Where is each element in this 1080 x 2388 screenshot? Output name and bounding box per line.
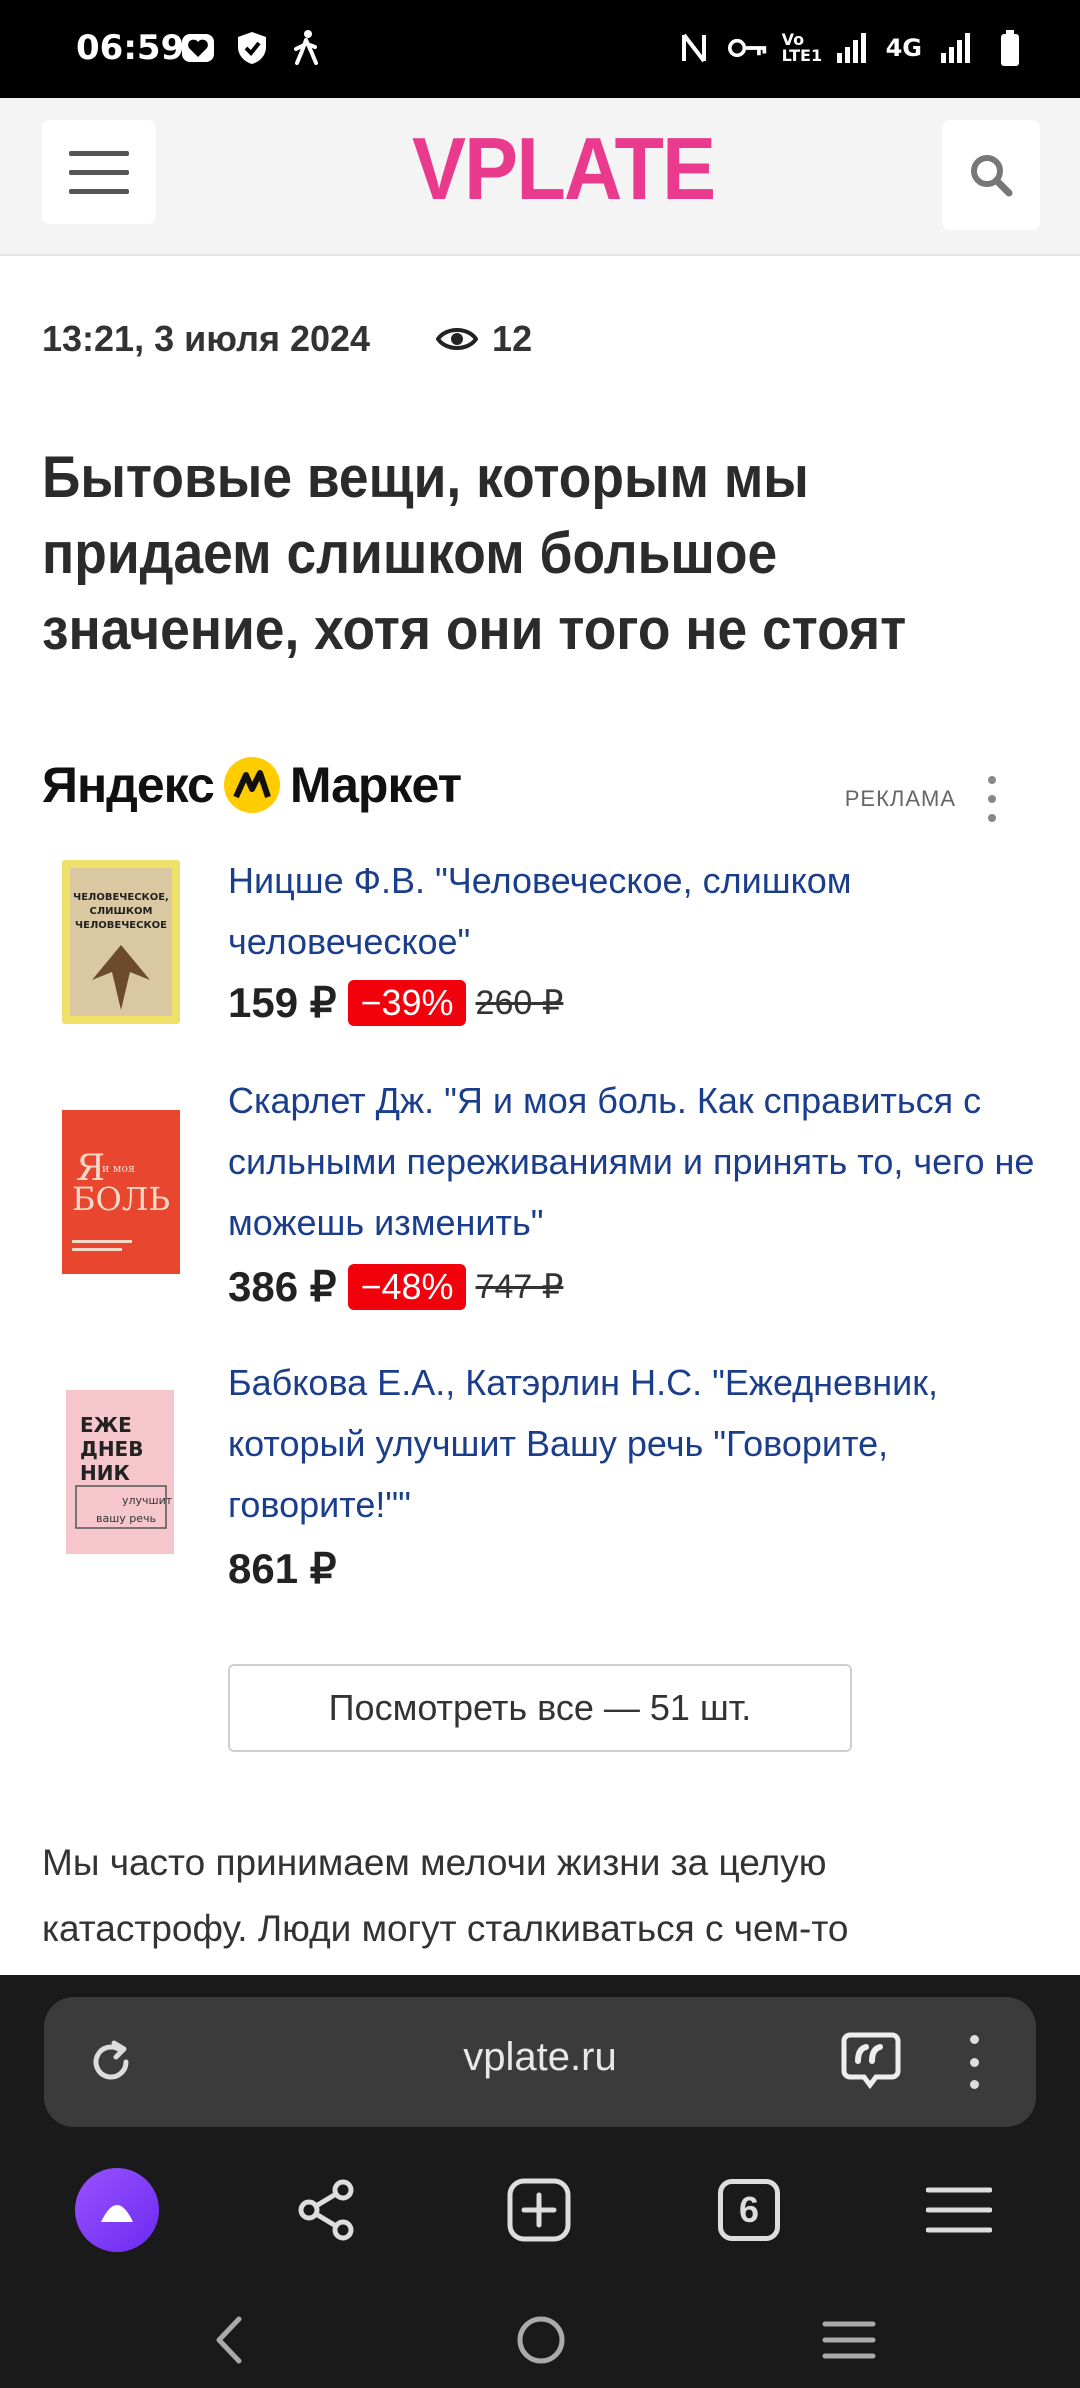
product-title[interactable]: Ницше Ф.В. "Человеческое, слишком челове…	[228, 850, 1058, 972]
views-count: 12	[492, 318, 533, 359]
views-counter: 12	[436, 318, 532, 360]
plus-square-icon	[507, 2178, 571, 2242]
svg-text:улучшит: улучшит	[122, 1494, 173, 1507]
svg-text:ЧЕЛОВЕЧЕСКОЕ: ЧЕЛОВЕЧЕСКОЕ	[75, 920, 167, 931]
product-price-row: 386 ₽ −48% 747 ₽	[228, 1262, 563, 1311]
browser-toolbar: 6	[0, 2165, 1080, 2275]
brand-left: Яндекс	[42, 757, 215, 813]
product-cover[interactable]: ЧЕЛОВЕЧЕСКОЕ, СЛИШКОМ ЧЕЛОВЕЧЕСКОЕ	[62, 860, 180, 1024]
svg-text:СЛИШКОМ: СЛИШКОМ	[90, 906, 153, 917]
hamburger-icon	[69, 150, 129, 156]
product-item[interactable]: ЕЖЕ ДНЕВ НИК улучшит вашу речь Бабкова Е…	[42, 1352, 1042, 1602]
product-item[interactable]: ЧЕЛОВЕЧЕСКОЕ, СЛИШКОМ ЧЕЛОВЕЧЕСКОЕ Ницше…	[42, 850, 1042, 1030]
article-meta: 13:21, 3 июля 2024 12	[42, 318, 532, 360]
browser-bottom-bar: vplate.ru 6	[0, 1975, 1080, 2388]
article-body: Мы часто принимаем мелочи жизни за целую…	[42, 1842, 849, 1949]
address-bar[interactable]: vplate.ru	[44, 1997, 1036, 2127]
product-title[interactable]: Скарлет Дж. "Я и моя боль. Как справитьс…	[228, 1070, 1058, 1253]
view-all-button[interactable]: Посмотреть все — 51 шт.	[228, 1664, 852, 1752]
alice-assistant-button[interactable]	[72, 2165, 162, 2255]
svg-text:БОЛЬ: БОЛЬ	[72, 1180, 170, 1218]
price-current: 861 ₽	[228, 1545, 337, 1592]
svg-text:ЧЕЛОВЕЧЕСКОЕ,: ЧЕЛОВЕЧЕСКОЕ,	[73, 892, 169, 903]
product-item[interactable]: Я и моя БОЛЬ Скарлет Дж. "Я и моя боль. …	[42, 1070, 1042, 1320]
alice-icon	[75, 2168, 159, 2252]
svg-text:и моя: и моя	[102, 1162, 135, 1175]
signal-icon	[832, 28, 872, 68]
brand-right: Маркет	[289, 757, 462, 813]
product-title[interactable]: Бабкова Е.А., Катэрлин Н.С. "Ежедневник,…	[228, 1352, 1058, 1535]
share-button[interactable]	[282, 2165, 372, 2255]
search-icon	[971, 155, 1013, 197]
product-cover[interactable]: ЕЖЕ ДНЕВ НИК улучшит вашу речь	[62, 1390, 180, 1554]
network-type: 4G	[885, 34, 922, 62]
search-button[interactable]	[942, 120, 1040, 230]
browser-menu-dots[interactable]	[964, 2035, 984, 2089]
back-chevron-icon	[216, 2316, 242, 2364]
share-icon	[298, 2179, 354, 2241]
home-circle-icon	[517, 2316, 565, 2364]
site-logo[interactable]: VPLATE	[412, 118, 716, 220]
shield-icon	[232, 28, 272, 68]
eye-icon	[436, 328, 479, 350]
status-bar: 06:59 Vo LTE1 4G	[0, 0, 1080, 98]
price-current: 159 ₽	[228, 979, 337, 1026]
site-header: VPLATE	[0, 98, 1080, 256]
tabs-button[interactable]: 6	[704, 2165, 794, 2255]
recents-icon	[822, 2321, 876, 2359]
new-tab-button[interactable]	[494, 2165, 584, 2255]
ad-options-button[interactable]	[982, 776, 1002, 822]
home-button[interactable]	[506, 2305, 576, 2375]
price-old: 260 ₽	[475, 983, 564, 1022]
system-nav-bar	[0, 2295, 1080, 2388]
product-price-row: 159 ₽ −39% 260 ₽	[228, 978, 563, 1027]
back-button[interactable]	[194, 2305, 264, 2375]
recents-button[interactable]	[814, 2305, 884, 2375]
discount-badge: −39%	[348, 979, 466, 1026]
discount-badge: −48%	[348, 1263, 466, 1310]
svg-text:ДНЕВ: ДНЕВ	[80, 1437, 143, 1461]
product-cover[interactable]: Я и моя БОЛЬ	[62, 1110, 180, 1274]
svg-text:вашу речь: вашу речь	[96, 1512, 156, 1525]
browser-menu-button[interactable]	[914, 2165, 1004, 2255]
svg-text:ЕЖЕ: ЕЖЕ	[80, 1413, 132, 1437]
battery-icon	[990, 28, 1030, 68]
svg-text:НИК: НИК	[80, 1461, 130, 1485]
quote-bubble-icon[interactable]	[840, 2031, 902, 2091]
volte-icon: Vo LTE1	[781, 30, 823, 65]
price-old: 747 ₽	[475, 1267, 564, 1306]
product-price-row: 861 ₽	[228, 1544, 348, 1593]
signal-4g-icon	[936, 28, 976, 68]
price-current: 386 ₽	[228, 1263, 337, 1310]
walking-icon	[286, 28, 326, 68]
market-widget-header: Яндекс Маркет РЕКЛАМА	[42, 756, 1042, 826]
heart-box-icon	[178, 28, 218, 68]
tabs-count: 6	[718, 2179, 780, 2241]
menu-button[interactable]	[42, 120, 156, 224]
market-badge-icon	[223, 757, 280, 813]
article-title: Бытовые вещи, которым мы придаем слишком…	[42, 445, 907, 662]
key-icon	[727, 28, 768, 68]
ad-label: РЕКЛАМА	[844, 786, 956, 811]
nfc-icon	[674, 28, 714, 68]
yandex-market-logo[interactable]: Яндекс Маркет	[42, 756, 462, 814]
hamburger-icon	[926, 2187, 992, 2233]
article-datetime: 13:21, 3 июля 2024	[42, 318, 371, 359]
status-time: 06:59	[76, 28, 185, 68]
